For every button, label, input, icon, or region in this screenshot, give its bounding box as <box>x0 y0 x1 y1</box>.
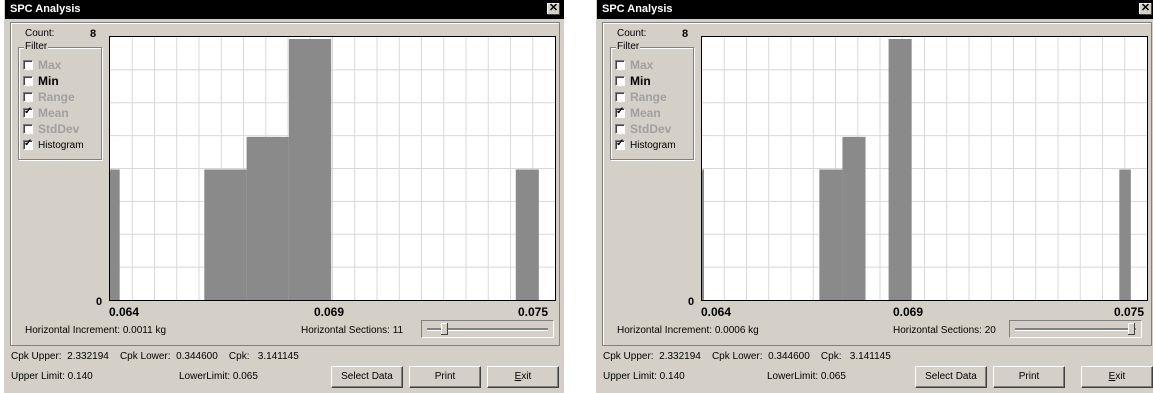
x-tick-label: 0.064 <box>109 305 140 319</box>
filter-label: StdDev <box>630 122 672 136</box>
horizontal-increment: Horizontal Increment: 0.0006 kg <box>617 325 759 336</box>
checkbox-box[interactable] <box>615 92 625 102</box>
checkbox-box[interactable] <box>23 124 33 134</box>
histogram-bar <box>702 169 704 300</box>
horizontal-increment: Horizontal Increment: 0.0011 kg <box>25 325 167 336</box>
filter-label: Min <box>38 74 59 88</box>
filter-range-checkbox[interactable]: Range <box>615 90 667 104</box>
checkbox-box[interactable] <box>615 106 625 118</box>
filter-legend: Filter <box>24 41 49 52</box>
exit-button[interactable]: Exit <box>487 366 559 388</box>
upper-limit: Upper Limit: 0.140 <box>11 371 93 382</box>
select-data-button[interactable]: Select Data <box>915 366 987 388</box>
count-max: 8 <box>90 28 97 40</box>
checkbox-box[interactable] <box>615 76 625 86</box>
checkbox-box[interactable] <box>23 106 33 118</box>
spc-window: SPC Analysis ✕ Count: 8 0 Filter 0.064 0… <box>4 0 564 393</box>
lower-limit: LowerLimit: 0.065 <box>767 371 846 382</box>
filter-label: Max <box>38 58 62 72</box>
count-label: Count: <box>25 28 55 39</box>
window-title: SPC Analysis <box>597 0 1153 19</box>
close-icon[interactable]: ✕ <box>1139 3 1152 15</box>
x-tick-label: 0.069 <box>893 305 924 319</box>
exit-label-rest: xit <box>1115 371 1126 382</box>
count-max: 8 <box>682 28 689 40</box>
sections-slider[interactable] <box>421 320 554 338</box>
sections-slider[interactable] <box>1009 320 1142 338</box>
filter-label: Range <box>38 90 75 104</box>
window-title: SPC Analysis <box>5 0 564 19</box>
count-label: Count: <box>617 28 647 39</box>
histogram-svg <box>110 37 555 300</box>
filter-label: Min <box>630 74 651 88</box>
filter-mean-checkbox[interactable]: Mean <box>615 106 661 120</box>
histogram-bar <box>842 136 866 300</box>
filter-mean-checkbox[interactable]: Mean <box>23 106 69 120</box>
histogram-bar <box>204 169 247 300</box>
exit-label-rest: xit <box>521 371 532 382</box>
x-tick-label: 0.075 <box>518 305 549 319</box>
filter-label: StdDev <box>38 122 80 136</box>
spc-window: SPC Analysis ✕ Count: 8 0 Filter 0.064 0… <box>596 0 1153 393</box>
print-button[interactable]: Print <box>409 366 481 388</box>
print-button[interactable]: Print <box>993 366 1065 388</box>
filter-legend: Filter <box>616 41 641 52</box>
histogram-bar <box>1119 169 1131 300</box>
histogram-bar <box>515 169 539 300</box>
filter-range-checkbox[interactable]: Range <box>23 90 75 104</box>
horizontal-sections: Horizontal Sections: 11 <box>301 325 404 336</box>
histogram-plot <box>701 36 1148 301</box>
filter-stddev-checkbox[interactable]: StdDev <box>615 122 671 136</box>
horizontal-sections: Horizontal Sections: 20 <box>893 325 996 336</box>
x-tick-label: 0.075 <box>1114 305 1145 319</box>
filter-max-checkbox[interactable]: Max <box>615 58 653 72</box>
checkbox-box[interactable] <box>23 92 33 102</box>
filter-histogram-checkbox[interactable]: Histogram <box>615 138 676 152</box>
histogram-plot <box>109 36 556 301</box>
lower-limit: LowerLimit: 0.065 <box>179 371 258 382</box>
count-min: 0 <box>96 296 103 308</box>
count-min: 0 <box>688 296 695 308</box>
exit-button[interactable]: Exit <box>1081 366 1153 388</box>
checkbox-box[interactable] <box>23 60 33 70</box>
filter-label: Mean <box>38 106 69 120</box>
cpk-stats: Cpk Upper: 2.332194 Cpk Lower: 0.344600 … <box>11 351 299 362</box>
filter-label: Histogram <box>630 139 676 151</box>
checkbox-box[interactable] <box>615 124 625 134</box>
slider-thumb[interactable] <box>441 323 449 335</box>
upper-limit: Upper Limit: 0.140 <box>603 371 685 382</box>
histogram-bar <box>110 169 120 300</box>
x-tick-label: 0.064 <box>701 305 732 319</box>
filter-label: Max <box>630 58 654 72</box>
filter-histogram-checkbox[interactable]: Histogram <box>23 138 84 152</box>
histogram-bar <box>819 169 843 300</box>
checkbox-box[interactable] <box>23 76 33 86</box>
filter-label: Mean <box>630 106 661 120</box>
filter-min-checkbox[interactable]: Min <box>23 74 59 88</box>
checkbox-box[interactable] <box>615 138 625 150</box>
cpk-stats: Cpk Upper: 2.332194 Cpk Lower: 0.344600 … <box>603 351 891 362</box>
histogram-bar <box>246 136 289 300</box>
select-data-button[interactable]: Select Data <box>331 366 403 388</box>
histogram-bar <box>888 39 912 300</box>
close-icon[interactable]: ✕ <box>547 3 560 15</box>
filter-stddev-checkbox[interactable]: StdDev <box>23 122 79 136</box>
slider-thumb[interactable] <box>1128 323 1136 335</box>
filter-label: Histogram <box>38 139 84 151</box>
x-tick-label: 0.069 <box>314 305 345 319</box>
histogram-svg <box>702 37 1147 300</box>
histogram-bar <box>288 39 332 300</box>
filter-label: Range <box>630 90 667 104</box>
filter-max-checkbox[interactable]: Max <box>23 58 61 72</box>
filter-min-checkbox[interactable]: Min <box>615 74 651 88</box>
checkbox-box[interactable] <box>615 60 625 70</box>
checkbox-box[interactable] <box>23 138 33 150</box>
